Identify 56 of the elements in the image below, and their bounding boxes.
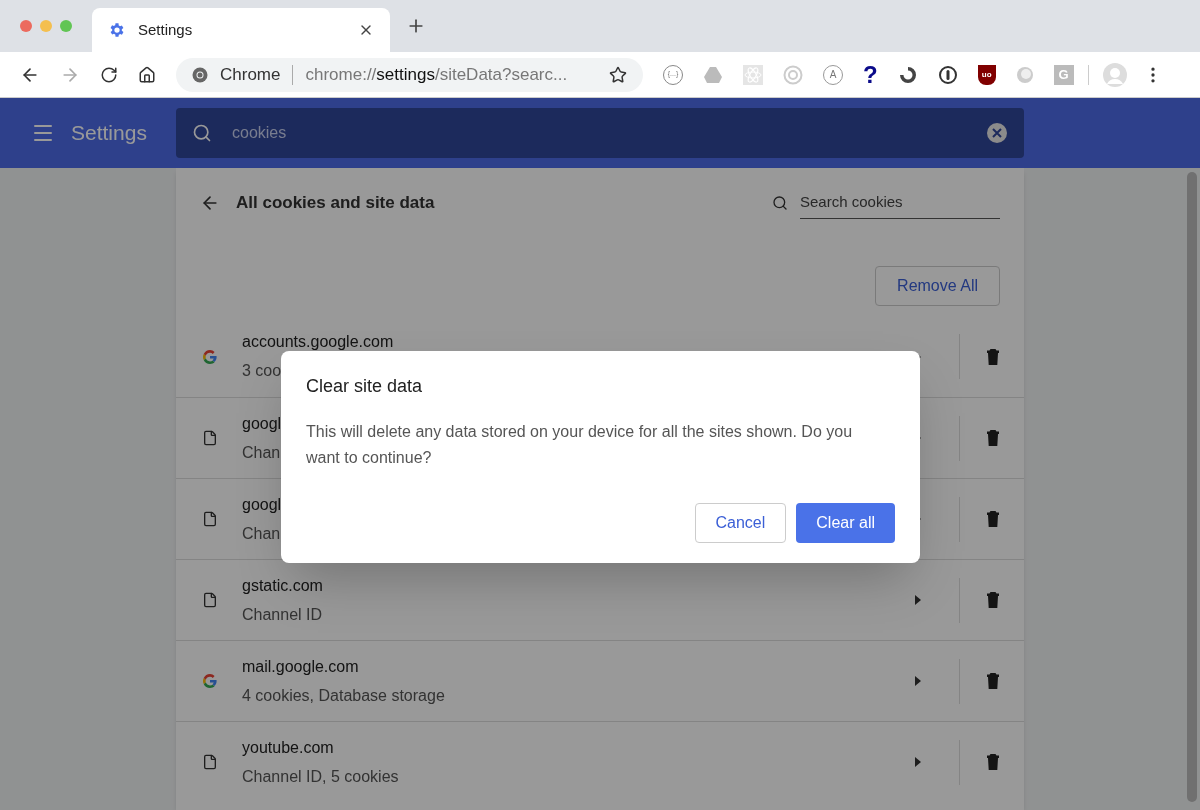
search-value: cookies [232,123,288,143]
scrollbar[interactable] [1187,172,1197,802]
trash-icon[interactable] [986,510,1000,528]
clear-all-button[interactable]: Clear all [796,503,895,543]
settings-title: Settings [71,120,148,147]
expand-arrow-icon[interactable] [915,595,921,605]
file-icon [202,511,218,527]
chrome-logo-icon [192,66,208,83]
site-detail: Channel ID [242,604,323,625]
keyhole-extension-icon[interactable] [937,64,958,85]
search-icon [772,195,788,211]
shield-extension-icon[interactable]: uo [977,64,996,85]
url-text: chrome://settings/siteData?searc... [305,63,569,86]
home-icon[interactable] [138,65,156,84]
site-detail: 4 cookies, Database storage [242,685,445,706]
search-placeholder: Search cookies [800,192,903,213]
dialog-title: Clear site data [306,375,424,398]
search-cookies-field[interactable]: Search cookies [800,187,1000,219]
address-bar[interactable]: Chrome chrome://settings/siteData?searc... [176,57,643,92]
trash-icon[interactable] [986,753,1000,771]
expand-arrow-icon[interactable] [915,757,921,767]
site-detail: 3 coo [242,361,282,381]
site-name: googl [242,494,282,515]
browser-tab[interactable]: Settings [92,8,390,52]
remove-all-button[interactable]: Remove All [875,266,1000,306]
dialog-message: This will delete any data stored on your device for all the sites shown. Do you want to continue? [306,422,854,468]
ring-extension-icon[interactable] [897,64,918,85]
bookmark-star-icon[interactable] [609,65,627,84]
file-icon [202,430,218,446]
site-detail: Chan [242,523,281,544]
cancel-button[interactable]: Cancel [694,503,787,543]
reload-icon[interactable] [100,65,118,84]
file-icon [202,592,218,608]
site-detail: Channel ID, 5 cookies [242,766,399,787]
scheme-label: Chrome [220,63,281,86]
file-icon [202,754,218,770]
page-title: All cookies and site data [236,192,436,215]
trash-icon[interactable] [986,347,1000,366]
google-icon [202,673,218,689]
help-extension-icon[interactable]: ? [863,62,878,87]
site-name: googl [242,413,282,434]
site-name: accounts.google.com [242,332,394,352]
site-name: mail.google.com [242,656,359,677]
tab-title: Settings [138,19,194,40]
clear-search-icon[interactable] [986,122,1008,144]
expand-arrow-icon[interactable] [915,676,921,686]
search-icon [192,123,212,143]
site-name: gstatic.com [242,575,323,596]
google-icon [202,348,218,365]
trash-icon[interactable] [986,672,1000,690]
site-name: youtube.com [242,737,334,758]
settings-search-field[interactable]: cookies [176,108,1024,158]
trash-icon[interactable] [986,429,1000,447]
trash-icon[interactable] [986,591,1000,609]
gear-icon [108,21,126,39]
site-detail: Chan [242,442,281,463]
